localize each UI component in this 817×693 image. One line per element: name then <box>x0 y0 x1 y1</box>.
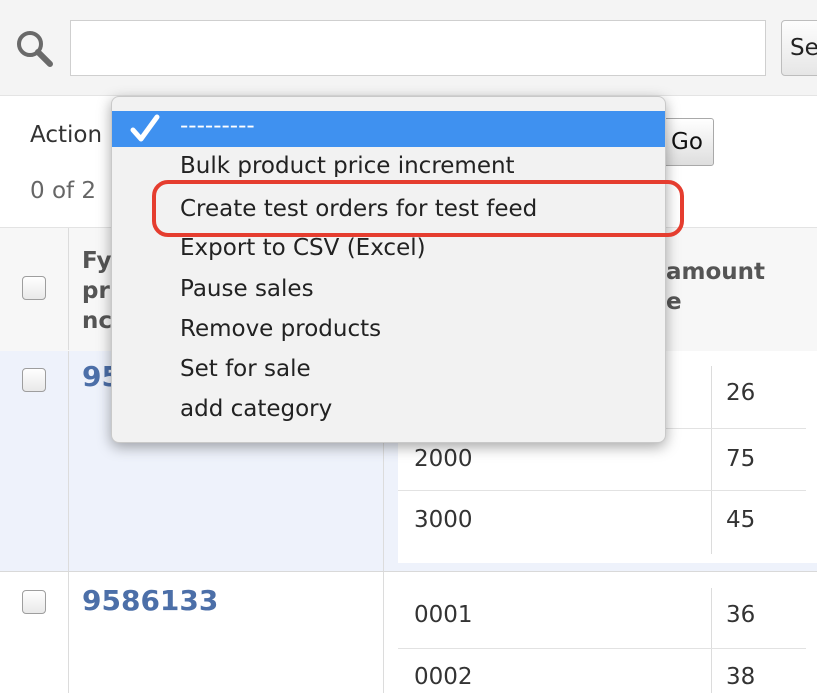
dropdown-option[interactable]: Set for sale <box>180 356 311 382</box>
variant-code: 2000 <box>414 446 473 472</box>
dropdown-option[interactable]: Remove products <box>180 316 381 342</box>
column-divider <box>68 351 69 571</box>
select-all-checkbox[interactable] <box>22 276 46 300</box>
subrow-divider <box>398 490 806 491</box>
product-header-line: Fy <box>82 248 112 274</box>
action-dropdown-menu[interactable]: --------- Bulk product price increment C… <box>111 96 666 443</box>
product-column-header[interactable]: Fy pr nc <box>82 246 112 336</box>
dropdown-option[interactable]: Bulk product price increment <box>180 153 515 177</box>
row-checkbox[interactable] <box>22 590 46 614</box>
variant-amount: 26 <box>726 380 756 406</box>
row-checkbox[interactable] <box>22 368 46 392</box>
amount-column-header[interactable]: amount e <box>666 257 765 317</box>
variant-code: 0002 <box>414 664 473 690</box>
variant-amount: 38 <box>726 664 756 690</box>
search-input[interactable] <box>70 20 766 76</box>
product-header-line: nc <box>82 308 113 334</box>
checkmark-icon <box>130 114 160 142</box>
dropdown-option-label: --------- <box>180 113 255 139</box>
dropdown-option-selected[interactable]: --------- <box>112 111 665 147</box>
column-divider <box>711 366 712 554</box>
column-divider <box>711 588 712 693</box>
amount-header-line: amount <box>666 259 766 285</box>
dropdown-option[interactable]: Pause sales <box>180 276 314 302</box>
search-icon <box>17 31 53 67</box>
go-button[interactable]: Go <box>660 118 714 166</box>
selection-counter: 0 of 2 <box>30 178 97 204</box>
column-divider <box>383 572 384 693</box>
actions-label: Action <box>30 122 103 148</box>
search-button[interactable]: Se <box>781 20 817 76</box>
variant-amount: 36 <box>726 602 756 628</box>
product-header-line: pr <box>82 278 110 304</box>
variant-amount: 75 <box>726 446 756 472</box>
highlight-annotation <box>152 180 684 237</box>
amount-header-line: e <box>666 289 682 315</box>
dropdown-option[interactable]: add category <box>180 396 332 422</box>
variant-code: 0001 <box>414 602 473 628</box>
product-link[interactable]: 9586133 <box>82 584 218 617</box>
column-divider <box>68 228 69 350</box>
column-divider <box>68 572 69 693</box>
variant-amount: 45 <box>726 507 756 533</box>
variant-code: 3000 <box>414 507 473 533</box>
dropdown-option[interactable]: Export to CSV (Excel) <box>180 235 426 261</box>
subrow-divider <box>398 648 806 649</box>
